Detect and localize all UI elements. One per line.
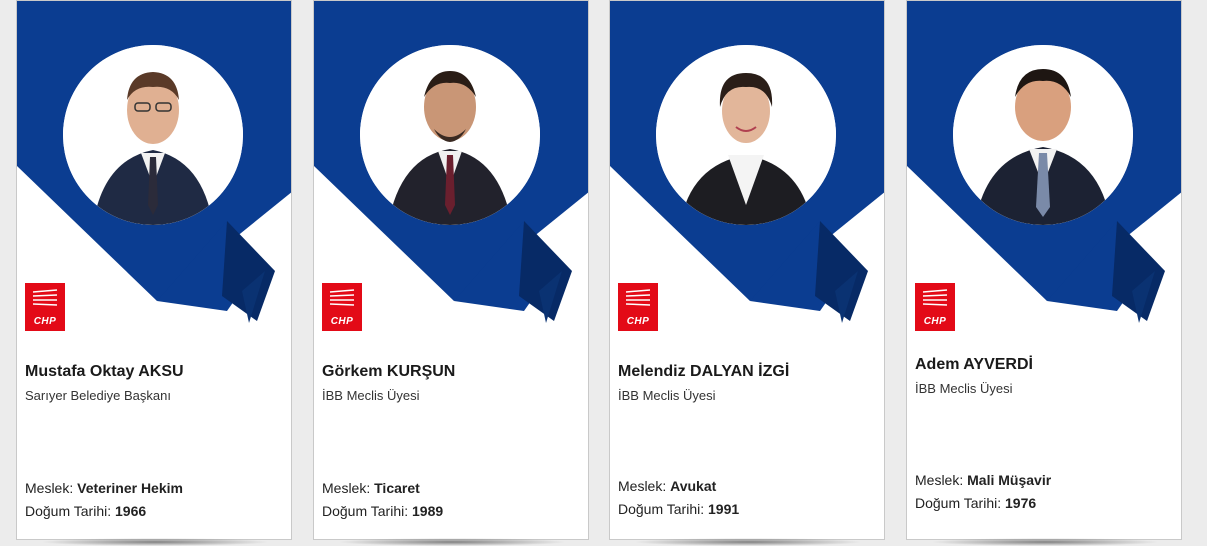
profession-label: Meslek:: [25, 480, 74, 496]
member-card[interactable]: CHP Mustafa Oktay AKSU Sarıyer Belediye …: [16, 0, 292, 540]
member-card[interactable]: CHP Adem AYVERDİ İBB Meclis Üyesi Meslek…: [906, 0, 1182, 540]
member-title: İBB Meclis Üyesi: [915, 381, 1013, 396]
chp-logo: CHP: [322, 283, 362, 331]
member-photo: [656, 45, 836, 225]
member-title: İBB Meclis Üyesi: [322, 388, 420, 403]
birth-row: Doğum Tarihi: 1989: [322, 503, 443, 519]
card-shadow: [40, 538, 270, 546]
member-name: Görkem KURŞUN: [322, 363, 456, 380]
birth-value: 1966: [115, 503, 147, 519]
member-name: Adem AYVERDİ: [915, 356, 1033, 373]
birth-label: Doğum Tarihi:: [618, 501, 705, 517]
birth-row: Doğum Tarihi: 1976: [915, 495, 1036, 511]
birth-row: Doğum Tarihi: 1991: [618, 501, 739, 517]
profession-value: Veteriner Hekim: [77, 480, 183, 496]
member-card[interactable]: CHP Melendiz DALYAN İZGİ İBB Meclis Üyes…: [609, 0, 885, 540]
birth-value: 1989: [412, 503, 444, 519]
profession-label: Meslek:: [322, 480, 371, 496]
logo-text: CHP: [626, 316, 650, 327]
birth-label: Doğum Tarihi:: [915, 495, 1002, 511]
chp-logo: CHP: [618, 283, 658, 331]
chp-logo: CHP: [915, 283, 955, 331]
profession-label: Meslek:: [618, 478, 667, 494]
card-shadow: [633, 538, 863, 546]
profession-row: Meslek: Veteriner Hekim: [25, 480, 183, 496]
profession-row: Meslek: Avukat: [618, 478, 716, 494]
logo-text: CHP: [923, 316, 947, 327]
birth-row: Doğum Tarihi: 1966: [25, 503, 146, 519]
profession-label: Meslek:: [915, 472, 964, 488]
chp-logo: CHP: [25, 283, 65, 331]
member-name: Mustafa Oktay AKSU: [25, 363, 184, 380]
member-name: Melendiz DALYAN İZGİ: [618, 363, 790, 380]
member-photo: [360, 45, 540, 225]
member-photo: [953, 45, 1133, 225]
member-card[interactable]: CHP Görkem KURŞUN İBB Meclis Üyesi Mesle…: [313, 0, 589, 540]
card-shadow: [930, 538, 1160, 546]
profession-row: Meslek: Mali Müşavir: [915, 472, 1051, 488]
member-photo: [63, 45, 243, 225]
profession-value: Ticaret: [374, 480, 420, 496]
member-title: Sarıyer Belediye Başkanı: [25, 388, 171, 403]
profession-value: Mali Müşavir: [967, 472, 1052, 488]
logo-text: CHP: [330, 316, 354, 327]
profession-value: Avukat: [670, 478, 717, 494]
card-shadow: [337, 538, 567, 546]
logo-text: CHP: [33, 316, 57, 327]
birth-value: 1991: [708, 501, 740, 517]
birth-label: Doğum Tarihi:: [322, 503, 409, 519]
profession-row: Meslek: Ticaret: [322, 480, 420, 496]
member-title: İBB Meclis Üyesi: [618, 388, 716, 403]
birth-value: 1976: [1005, 495, 1037, 511]
birth-label: Doğum Tarihi:: [25, 503, 112, 519]
